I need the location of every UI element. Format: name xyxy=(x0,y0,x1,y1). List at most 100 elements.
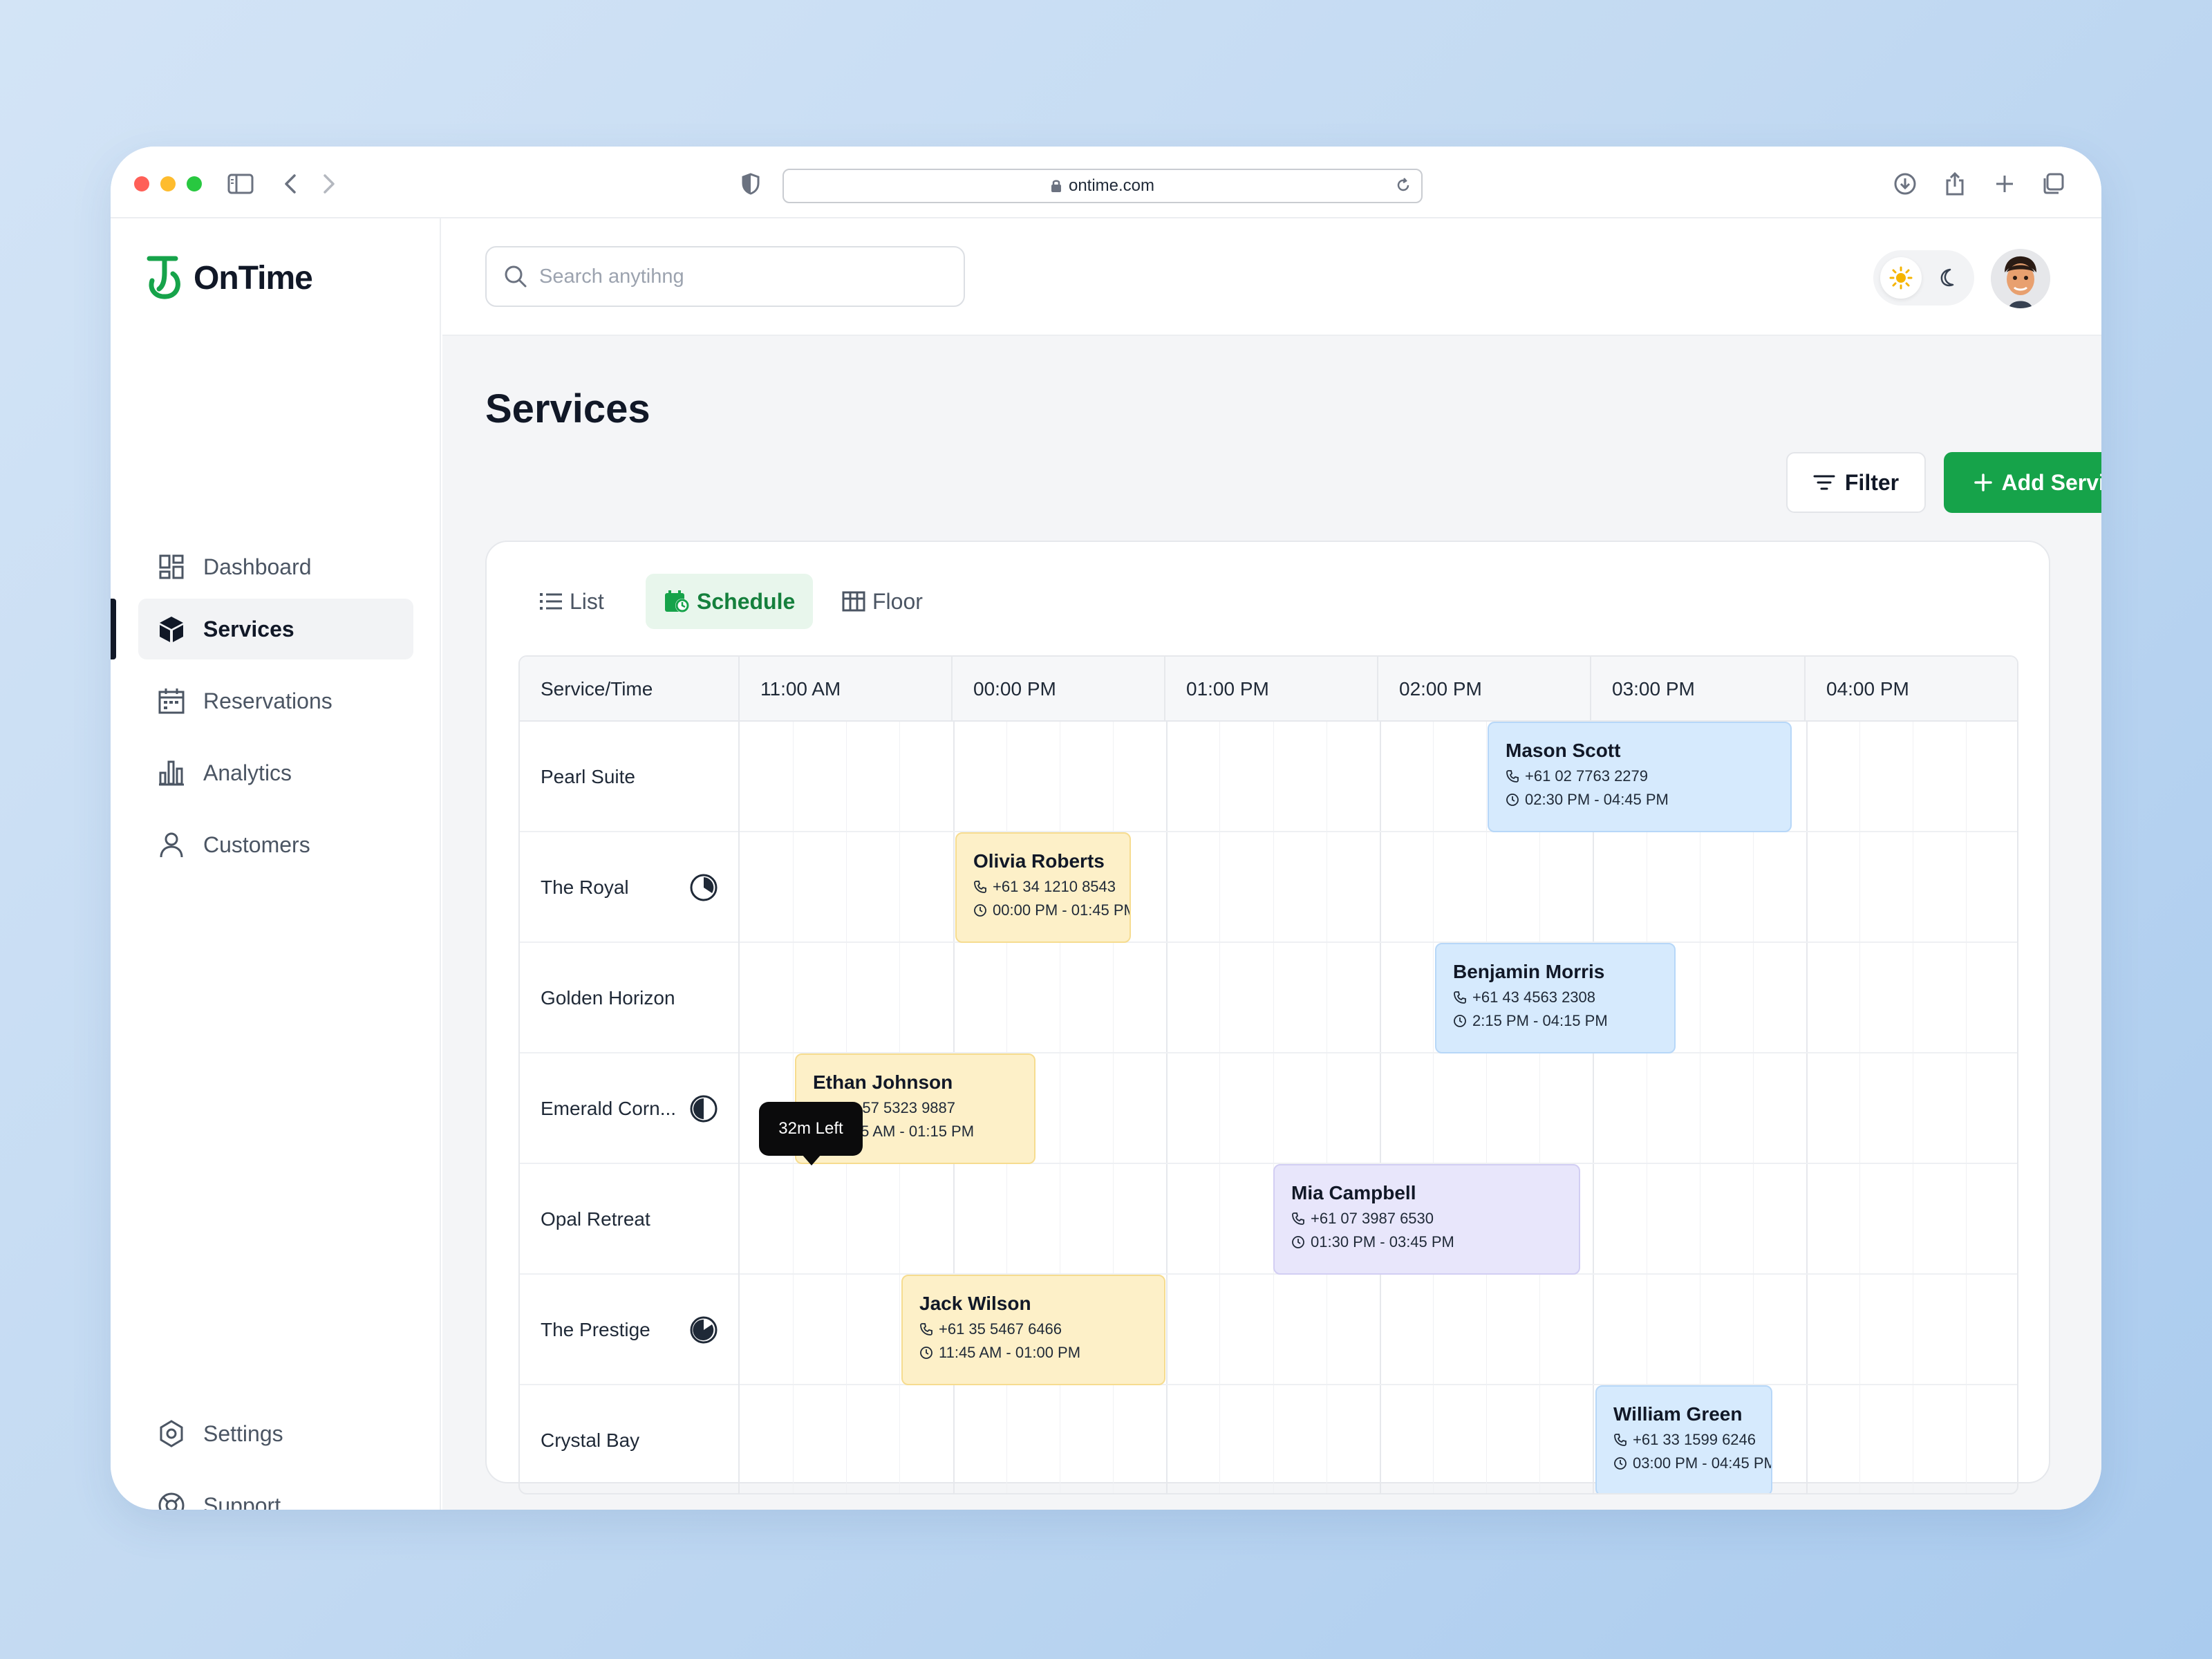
booking-card[interactable]: Mason Scott +61 02 7763 2279 02:30 PM - 04… xyxy=(1488,722,1792,832)
booking-card[interactable]: Benjamin Morris +61 43 4563 2308 2:15 PM -… xyxy=(1435,943,1676,1053)
service-name-text: The Prestige xyxy=(541,1319,650,1340)
booking-time-line: 03:00 PM - 04:45 PM xyxy=(1613,1454,1771,1472)
sidebar-item-settings[interactable]: Settings xyxy=(138,1403,413,1464)
booking-card[interactable]: William Green +61 33 1599 6246 03:00 PM - … xyxy=(1595,1385,1772,1493)
search-placeholder: Search anytihng xyxy=(539,265,684,288)
browser-window: ontime.com OnTime Dashboard Services Res… xyxy=(111,147,2101,1510)
service-name[interactable]: Opal Retreat xyxy=(520,1164,740,1275)
booking-phone: +61 07 3987 6530 xyxy=(1311,1210,1434,1227)
reload-icon[interactable] xyxy=(1395,177,1412,194)
main-content: Search anytihng Services Filter Add Serv… xyxy=(442,218,2101,1510)
address-bar[interactable]: ontime.com xyxy=(782,169,1423,203)
maximize-window-button[interactable] xyxy=(187,176,202,191)
booking-phone: +61 33 1599 6246 xyxy=(1633,1431,1756,1448)
sidebar-item-support[interactable]: Support xyxy=(138,1475,413,1510)
filter-label: Filter xyxy=(1844,469,1900,495)
service-name[interactable]: The Prestige xyxy=(520,1275,740,1385)
sun-icon[interactable] xyxy=(1880,257,1922,299)
bar-chart-icon xyxy=(156,758,187,788)
booking-phone: +61 02 7763 2279 xyxy=(1525,767,1649,785)
phone-icon xyxy=(1506,769,1519,783)
tab-schedule[interactable]: Schedule xyxy=(646,574,814,629)
booking-customer-name: Olivia Roberts xyxy=(973,850,1105,872)
filter-button[interactable]: Filter xyxy=(1786,452,1926,513)
minimize-window-button[interactable] xyxy=(160,176,176,191)
moon-icon[interactable] xyxy=(1926,257,1967,299)
sidebar: OnTime Dashboard Services Reservations A… xyxy=(111,218,441,1510)
forward-icon[interactable] xyxy=(312,167,346,200)
booking-time-line: 01:30 PM - 03:45 PM xyxy=(1291,1233,1579,1251)
booking-customer-name: Benjamin Morris xyxy=(1453,961,1605,982)
booking-customer-name: William Green xyxy=(1613,1403,1743,1425)
sidebar-item-customers[interactable]: Customers xyxy=(138,814,413,875)
url-text: ontime.com xyxy=(1068,176,1155,195)
sidebar-item-services[interactable]: Services xyxy=(138,599,413,659)
time-left-tooltip: 32m Left xyxy=(759,1102,863,1156)
timer-icon[interactable] xyxy=(688,1315,719,1345)
sidebar-item-label: Support xyxy=(203,1492,281,1510)
add-service-button[interactable]: Add Service xyxy=(1944,452,2101,513)
lock-icon xyxy=(1051,179,1062,193)
booking-time-line: 11:45 AM - 01:00 PM xyxy=(919,1344,1164,1362)
schedule-header: Service/Time 11:00 AM 00:00 PM 01:00 PM … xyxy=(520,657,2017,722)
sidebar-toggle-icon[interactable] xyxy=(224,167,257,200)
services-card: List Schedule Floor Service/Time 11:00 A… xyxy=(485,541,2050,1494)
gear-icon xyxy=(156,1418,187,1449)
schedule-row: The Royal xyxy=(520,832,2017,943)
booking-time: 2:15 PM - 04:15 PM xyxy=(1472,1012,1608,1029)
calendar-icon xyxy=(156,686,187,716)
tab-floor[interactable]: Floor xyxy=(824,574,941,629)
share-icon[interactable] xyxy=(1938,167,1971,200)
service-name-text: Emerald Corn... xyxy=(541,1098,677,1119)
phone-icon xyxy=(919,1322,933,1336)
service-name-text: Pearl Suite xyxy=(541,766,635,787)
tab-overview-icon[interactable] xyxy=(2036,167,2070,200)
add-service-label: Add Service xyxy=(2001,469,2101,495)
booking-phone-line: +61 33 1599 6246 xyxy=(1613,1431,1771,1449)
theme-toggle[interactable] xyxy=(1873,250,1974,306)
booking-phone: +61 34 1210 8543 xyxy=(993,878,1116,895)
booking-phone-line: +61 07 3987 6530 xyxy=(1291,1210,1579,1228)
timer-icon[interactable] xyxy=(688,1094,719,1124)
service-time-header: Service/Time xyxy=(520,657,740,722)
tab-label: Schedule xyxy=(697,588,796,614)
booking-time: 01:30 PM - 03:45 PM xyxy=(1311,1233,1454,1250)
schedule-row: Crystal Bay xyxy=(520,1385,2017,1493)
booking-phone-line: +61 43 4563 2308 xyxy=(1453,988,1674,1006)
sidebar-item-analytics[interactable]: Analytics xyxy=(138,742,413,803)
search-input[interactable]: Search anytihng xyxy=(485,246,965,307)
page-title: Services xyxy=(485,386,650,431)
service-name[interactable]: Emerald Corn... xyxy=(520,1053,740,1164)
clock-icon xyxy=(1291,1235,1305,1249)
back-icon[interactable] xyxy=(274,167,307,200)
booking-card[interactable]: Olivia Roberts +61 34 1210 8543 00:00 PM -… xyxy=(955,832,1131,943)
filter-icon xyxy=(1813,474,1835,491)
timer-icon[interactable] xyxy=(688,872,719,903)
tab-list[interactable]: List xyxy=(521,574,622,629)
booking-card[interactable]: Mia Campbell +61 07 3987 6530 01:30 PM - 0… xyxy=(1273,1164,1580,1275)
sidebar-item-dashboard[interactable]: Dashboard xyxy=(138,536,413,597)
service-name[interactable]: Pearl Suite xyxy=(520,722,740,832)
service-name-text: Crystal Bay xyxy=(541,1430,640,1451)
shield-icon[interactable] xyxy=(734,167,767,200)
new-tab-icon[interactable] xyxy=(1988,167,2021,200)
clock-icon xyxy=(1506,793,1519,807)
sidebar-item-label: Services xyxy=(203,616,294,641)
booking-card[interactable]: Jack Wilson +61 35 5467 6466 11:45 AM - 01… xyxy=(901,1275,1165,1385)
lifebuoy-icon xyxy=(156,1490,187,1510)
service-name[interactable]: Golden Horizon xyxy=(520,943,740,1053)
booking-phone-line: +61 34 1210 8543 xyxy=(973,878,1130,896)
service-name[interactable]: Crystal Bay xyxy=(520,1385,740,1493)
booking-time: 02:30 PM - 04:45 PM xyxy=(1525,791,1669,808)
service-name[interactable]: The Royal xyxy=(520,832,740,943)
avatar[interactable] xyxy=(1991,249,2050,308)
booking-time-line: 02:30 PM - 04:45 PM xyxy=(1506,791,1790,809)
app-logo[interactable]: OnTime xyxy=(145,253,313,303)
service-name-text: Golden Horizon xyxy=(541,987,675,1009)
download-icon[interactable] xyxy=(1888,167,1922,200)
booking-time: 11:45 AM - 01:00 PM xyxy=(939,1344,1081,1361)
clock-icon xyxy=(919,1346,933,1360)
phone-icon xyxy=(1453,991,1467,1004)
close-window-button[interactable] xyxy=(134,176,149,191)
sidebar-item-reservations[interactable]: Reservations xyxy=(138,671,413,731)
